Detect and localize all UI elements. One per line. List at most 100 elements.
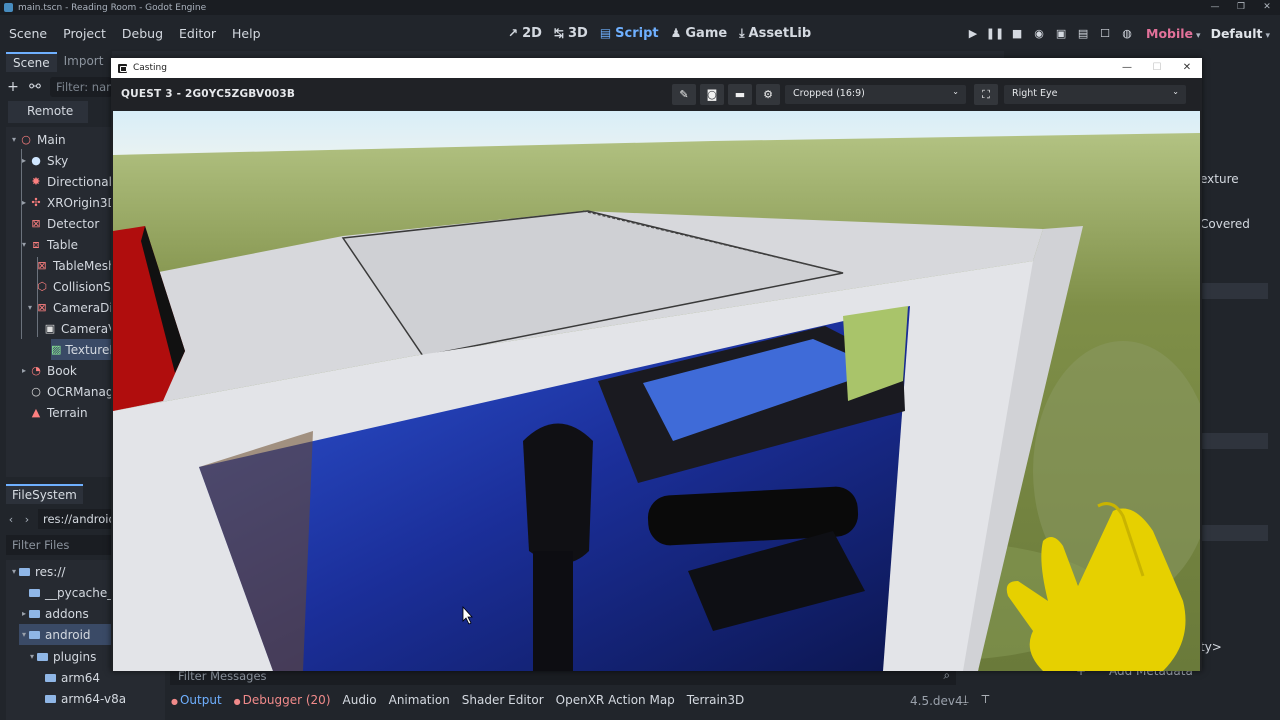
menu-help[interactable]: Help bbox=[224, 26, 269, 41]
chevron-right-icon: ▸ bbox=[21, 156, 26, 165]
fs-item-label: res:// bbox=[35, 564, 66, 579]
fs-item-android[interactable]: ▾ android bbox=[19, 624, 112, 645]
tab-openxr-action-map[interactable]: OpenXR Action Map bbox=[550, 693, 681, 707]
tree-node-main[interactable]: ▾ ○ Main bbox=[9, 129, 66, 150]
2d-icon: ↗ bbox=[508, 26, 519, 40]
menu-project[interactable]: Project bbox=[55, 26, 114, 41]
chevron-down-icon: ▾ bbox=[27, 303, 32, 312]
chevron-down-icon: ▾ bbox=[11, 135, 16, 144]
window-title: main.tscn - Reading Room - Godot Engine bbox=[18, 2, 207, 13]
chevron-down-icon: ▾ bbox=[21, 630, 26, 639]
workspace-assetlib-button[interactable]: ⤓ AssetLib bbox=[739, 26, 811, 41]
fs-item-plugins[interactable]: ▾ plugins bbox=[27, 646, 96, 667]
inspector-property-bar bbox=[1200, 283, 1268, 299]
tab-scene[interactable]: Scene bbox=[6, 52, 57, 72]
renderer-label: Mobile bbox=[1146, 25, 1194, 41]
record-video-icon[interactable]: ▬ bbox=[728, 84, 752, 105]
run-toolbar: ▶ ❚❚ ■ ◉ ▣ ▤ ☐ ◍ Mobile ▾ Default ▾ bbox=[962, 15, 1280, 51]
fs-item-arm64[interactable]: arm64 bbox=[45, 667, 100, 688]
menu-scene[interactable]: Scene bbox=[0, 26, 55, 41]
tree-node-sky[interactable]: ▸ ● Sky bbox=[19, 150, 68, 171]
workspace-2d-button[interactable]: ↗ 2D bbox=[508, 26, 542, 41]
tab-shader-editor[interactable]: Shader Editor bbox=[456, 693, 550, 707]
pin-icon[interactable]: ⍊ bbox=[962, 693, 969, 707]
folder-icon bbox=[37, 652, 48, 661]
fs-item-label: arm64-v8a bbox=[61, 691, 127, 706]
workspace-script-button[interactable]: ▤ Script bbox=[600, 26, 659, 41]
tree-node-xrorigin[interactable]: ▸ ✣ XROrigin3D bbox=[19, 192, 117, 213]
tree-node-label: Main bbox=[37, 132, 66, 147]
scene-filter-input[interactable]: Filter: name bbox=[50, 77, 112, 97]
expand-icon[interactable]: ⊤ bbox=[981, 693, 991, 707]
filesystem-path-input[interactable]: res://android/ bbox=[38, 509, 112, 529]
settings-icon[interactable]: ⚙ bbox=[756, 84, 780, 105]
restore-icon[interactable]: ❐ bbox=[1228, 0, 1254, 15]
tree-node-book[interactable]: ▸ ◔ Book bbox=[19, 360, 77, 381]
inspector-fragment-texture[interactable]: exture bbox=[1200, 168, 1239, 190]
forward-icon[interactable]: › bbox=[22, 513, 32, 526]
workspace-3d-button[interactable]: ↹ 3D bbox=[554, 26, 588, 41]
pause-icon[interactable]: ❚❚ bbox=[984, 27, 1006, 40]
menu-debug[interactable]: Debug bbox=[114, 26, 171, 41]
workspace-game-button[interactable]: ♟ Game bbox=[671, 26, 728, 41]
tree-node-texturerect[interactable]: ▨ TextureR bbox=[51, 339, 118, 360]
renderer-select[interactable]: Mobile ▾ bbox=[1146, 26, 1201, 41]
tab-animation[interactable]: Animation bbox=[383, 693, 456, 707]
tab-import[interactable]: Import bbox=[57, 52, 111, 72]
play-icon[interactable]: ▶ bbox=[962, 27, 984, 40]
pen-icon[interactable]: ✎ bbox=[672, 84, 696, 105]
tree-node-detector[interactable]: ⊠ Detector bbox=[29, 213, 99, 234]
inspector-fragment-covered[interactable]: Covered bbox=[1200, 213, 1250, 235]
fullscreen-icon[interactable]: ⛶ bbox=[974, 84, 998, 105]
crop-mode-label: Cropped (16:9) bbox=[793, 88, 865, 99]
tree-node-tablemesh[interactable]: ⊠ TableMesh bbox=[35, 255, 115, 276]
menu-editor[interactable]: Editor bbox=[171, 26, 224, 41]
filesystem-filter-input[interactable]: Filter Files bbox=[6, 535, 112, 555]
back-icon[interactable]: ‹ bbox=[6, 513, 16, 526]
minimize-icon[interactable]: — bbox=[1112, 58, 1142, 78]
close-icon[interactable]: ✕ bbox=[1172, 58, 1202, 78]
scene-dock-tabs: Scene Import bbox=[6, 52, 110, 72]
tab-terrain3d[interactable]: Terrain3D bbox=[681, 693, 751, 707]
node3d-icon: ⧈ bbox=[32, 237, 40, 251]
collision-icon: ⬡ bbox=[37, 280, 47, 293]
layout-select[interactable]: Default ▾ bbox=[1211, 26, 1270, 41]
window-controls: — ❐ ✕ bbox=[1202, 0, 1280, 15]
casting-window: Casting — ☐ ✕ QUEST 3 - 2G0YC5ZGBV003B ✎… bbox=[111, 58, 1202, 671]
eye-select[interactable]: Right Eye ⌄ bbox=[1004, 85, 1186, 104]
tab-output[interactable]: ● Output bbox=[165, 693, 228, 707]
subviewport-icon: ▣ bbox=[44, 322, 56, 335]
tree-node-label: Terrain bbox=[47, 405, 88, 420]
remote-debug-icon[interactable]: ◉ bbox=[1028, 27, 1050, 40]
headset-scene-render bbox=[113, 111, 1200, 671]
fs-item-addons[interactable]: ▸ addons bbox=[19, 603, 89, 624]
scene-toolbar: + ⚯ Filter: name bbox=[6, 76, 112, 98]
stop-icon[interactable]: ■ bbox=[1006, 27, 1028, 40]
remote-tab[interactable]: Remote bbox=[8, 101, 88, 123]
deploy-icon[interactable]: ◍ bbox=[1116, 27, 1138, 40]
tab-filesystem[interactable]: FileSystem bbox=[6, 484, 83, 504]
fs-item-res[interactable]: ▾ res:// bbox=[9, 561, 65, 582]
movie-maker-icon[interactable]: ☐ bbox=[1094, 27, 1116, 40]
fs-item-pycache[interactable]: __pycache__ bbox=[29, 582, 119, 603]
link-icon[interactable]: ⚯ bbox=[28, 79, 42, 95]
tab-output-label: Output bbox=[179, 693, 222, 707]
tree-node-terrain[interactable]: ▲ Terrain bbox=[29, 402, 88, 423]
close-icon[interactable]: ✕ bbox=[1254, 0, 1280, 15]
fs-item-arm64-v8a[interactable]: arm64-v8a bbox=[45, 688, 126, 709]
game-icon: ♟ bbox=[670, 26, 682, 40]
crop-mode-select[interactable]: Cropped (16:9) ⌄ bbox=[785, 85, 966, 104]
area-icon: ⊠ bbox=[31, 217, 41, 230]
minimize-icon[interactable]: — bbox=[1202, 0, 1228, 15]
headset-view[interactable] bbox=[113, 111, 1200, 671]
eye-label: Right Eye bbox=[1012, 88, 1058, 99]
add-node-icon[interactable]: + bbox=[6, 79, 20, 95]
camera-icon[interactable]: ◙ bbox=[700, 84, 724, 105]
play-scene-icon[interactable]: ▣ bbox=[1050, 27, 1072, 40]
inspector-fragment-type[interactable]: ty> bbox=[1200, 636, 1222, 658]
tab-audio[interactable]: Audio bbox=[337, 693, 383, 707]
tab-debugger[interactable]: ● Debugger (20) bbox=[228, 693, 337, 707]
tree-node-table[interactable]: ▾ ⧈ Table bbox=[19, 234, 78, 255]
maximize-icon[interactable]: ☐ bbox=[1142, 58, 1172, 78]
play-custom-scene-icon[interactable]: ▤ bbox=[1072, 27, 1094, 40]
